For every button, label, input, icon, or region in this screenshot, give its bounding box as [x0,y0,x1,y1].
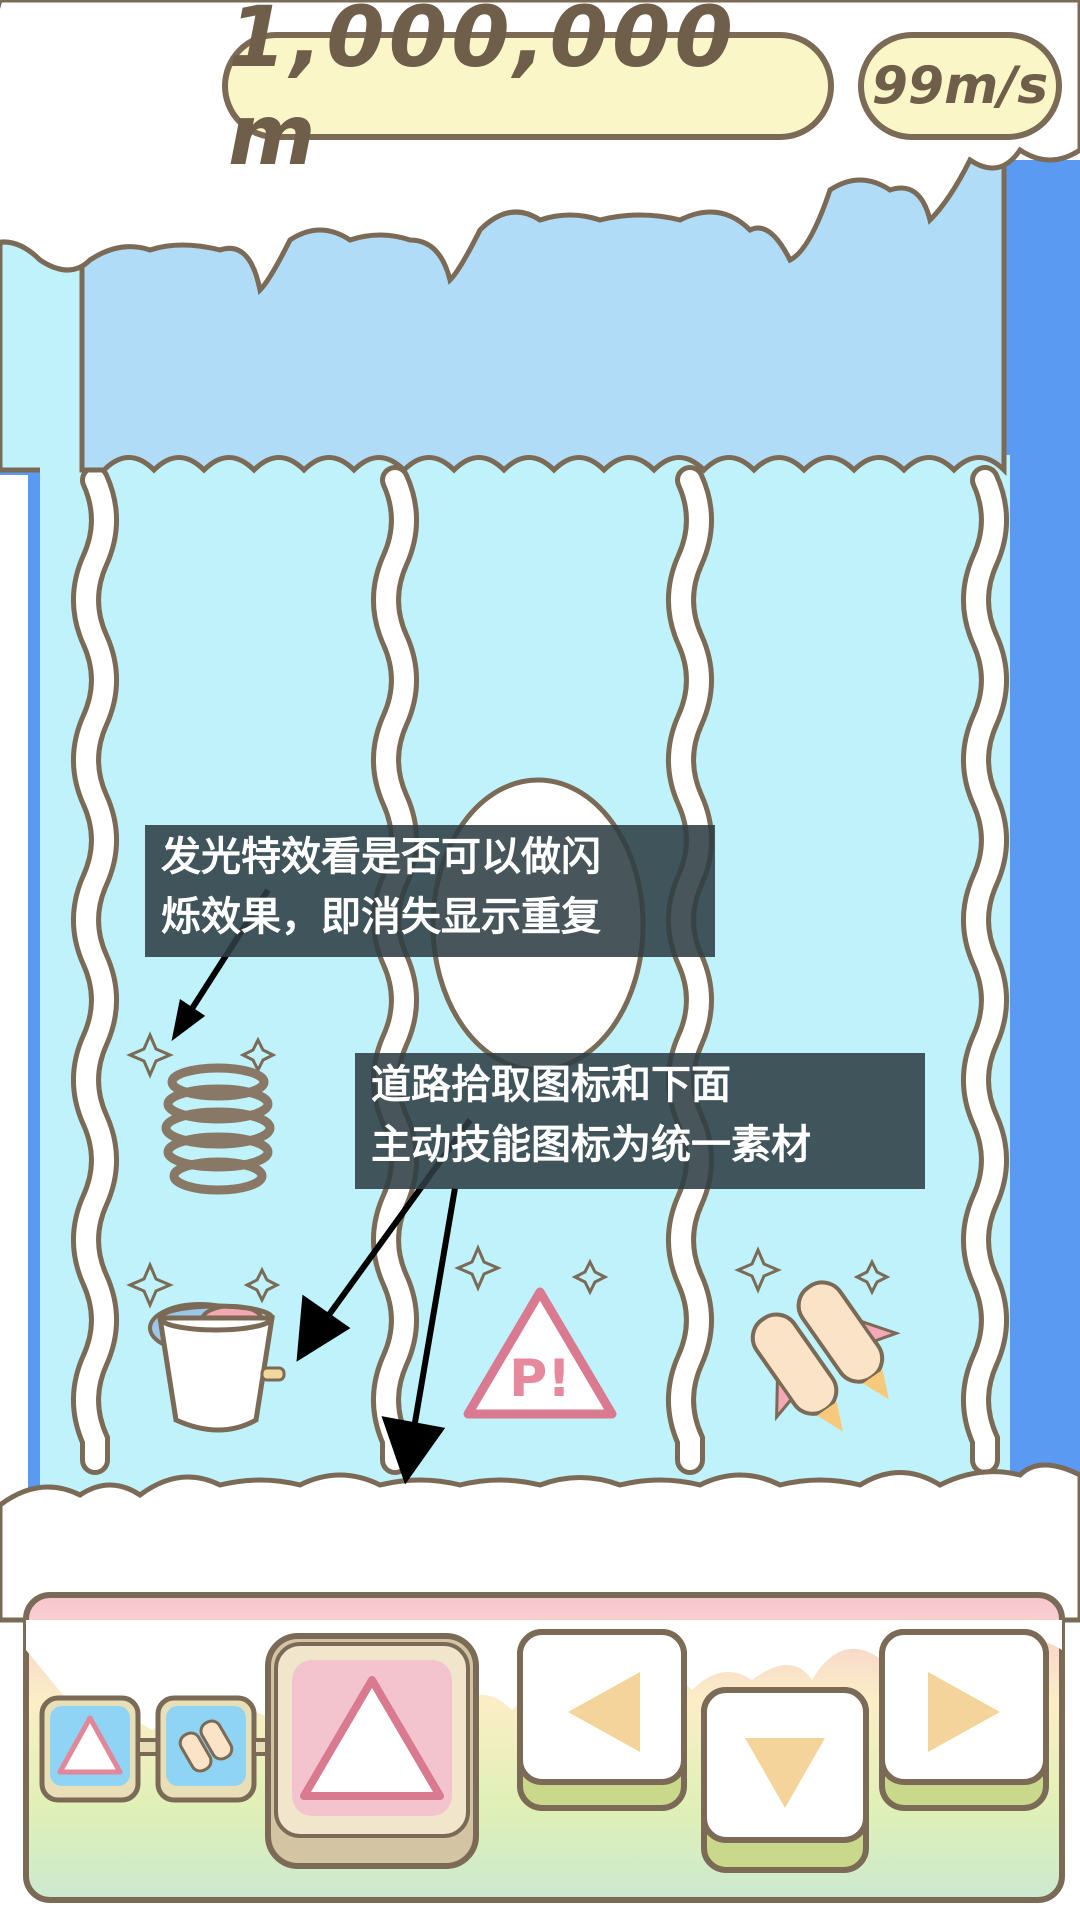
left-button[interactable] [517,1629,687,1811]
annotation-glow-effect: 发光特效看是否可以做闪 烁效果，即消失显示重复 [145,825,715,957]
down-button[interactable] [701,1687,869,1873]
speed-indicator: 99m/s [858,32,1062,140]
active-skill-button[interactable] [265,1633,479,1869]
skill-slot-jetpack[interactable] [155,1695,257,1803]
annotation-line: 道路拾取图标和下面 [371,1062,731,1108]
annotation-line: 发光特效看是否可以做闪 [161,834,601,880]
annotation-icon-assets: 道路拾取图标和下面 主动技能图标为统一素材 [355,1053,925,1189]
right-wall [1004,160,1080,1500]
slot-connector [136,1738,160,1756]
skill-slot-p[interactable] [39,1695,141,1803]
distance-counter: 1,000,000 m [222,0,834,184]
annotation-line: 主动技能图标为统一素材 [371,1122,811,1168]
game-scene: P! [0,0,1080,1903]
right-button[interactable] [879,1629,1049,1811]
left-edge [0,475,28,1500]
annotation-line: 烁效果，即消失显示重复 [161,894,601,940]
p-warning-label: P! [509,1349,571,1409]
